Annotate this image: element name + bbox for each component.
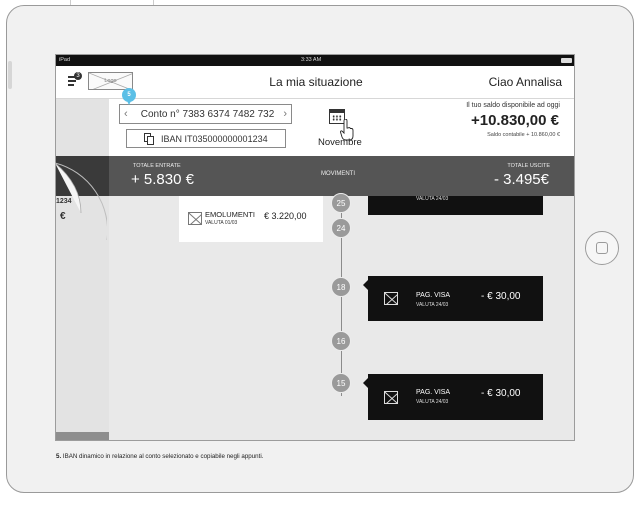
image-placeholder-icon	[384, 391, 398, 404]
movements-label: MOVIMENTI	[321, 171, 355, 177]
timeline-day[interactable]: 25	[331, 193, 351, 213]
caption-text: IBAN dinamico in relazione al conto sele…	[61, 453, 264, 460]
total-income-value: + 5.830 €	[131, 171, 194, 188]
account-selector[interactable]: ‹ Conto n° 7383 6374 7482 732 ›	[119, 104, 292, 124]
annotation-pin-tail	[126, 99, 132, 105]
balance-label: Il tuo saldo disponibile ad oggi	[466, 102, 560, 109]
movement-amount: € 3.220,00	[264, 211, 307, 221]
account-number: Conto n° 7383 6374 7482 732	[140, 109, 275, 120]
timeline-day[interactable]: 18	[331, 277, 351, 297]
movement-valuta: VALUTA 24/03	[416, 399, 449, 405]
movement-valuta: VALUTA 24/03	[416, 302, 449, 308]
month-selector[interactable]: Novembre	[318, 137, 362, 148]
status-time: 3:33 AM	[301, 57, 322, 63]
copy-icon[interactable]	[144, 133, 154, 145]
tablet-mockup: iPad 3:33 AM 3 Logo La mia situazione Ci…	[0, 0, 639, 507]
side-panel-footer	[56, 432, 109, 440]
total-income-label: TOTALE ENTRATE	[133, 163, 181, 169]
page-title: La mia situazione	[269, 75, 363, 89]
status-bar: iPad 3:33 AM	[56, 55, 574, 66]
movement-amount: - € 30,00	[481, 291, 521, 302]
accounting-balance: Saldo contabile + 10.860,00 €	[487, 132, 560, 138]
chevron-left-icon[interactable]: ‹	[124, 108, 134, 120]
movements-timeline: 25 24 18 16 15 EMOLUMENTI VALUTA 01/03 €…	[109, 193, 574, 440]
image-placeholder-icon	[384, 292, 398, 305]
annotation-caption: 5. IBAN dinamico in relazione al conto s…	[56, 453, 263, 460]
home-button[interactable]	[585, 231, 619, 265]
volume-button	[8, 61, 12, 89]
movement-title: PAG. VISA	[416, 292, 451, 299]
app-screen: iPad 3:33 AM 3 Logo La mia situazione Ci…	[55, 54, 575, 441]
movement-title: EMOLUMENTI	[205, 210, 256, 219]
totals-bar: TOTALE ENTRATE + 5.830 € MOVIMENTI TOTAL…	[109, 156, 574, 196]
menu-notification-badge: 3	[74, 72, 82, 80]
expense-movement-card[interactable]: VALUTA 24/03	[368, 196, 543, 215]
movement-amount: - € 30,00	[481, 388, 521, 399]
expense-movement-card[interactable]: PAG. VISA VALUTA 24/03 - € 30,00	[363, 374, 543, 420]
movement-valuta: VALUTA 24/03	[416, 196, 449, 202]
status-carrier: iPad	[59, 57, 71, 63]
timeline-day[interactable]: 15	[331, 373, 351, 393]
side-panel-number: 1234	[56, 198, 72, 205]
timeline-day[interactable]: 16	[331, 331, 351, 351]
timeline-day[interactable]: 24	[331, 218, 351, 238]
annotation-pin: 5	[122, 88, 136, 106]
side-panel-currency: €	[60, 211, 66, 222]
battery-icon	[561, 58, 572, 63]
card-pointer	[363, 378, 368, 388]
total-expense-label: TOTALE USCITE	[507, 163, 550, 169]
chevron-right-icon[interactable]: ›	[277, 108, 287, 120]
total-expense-value: - 3.495€	[493, 171, 549, 188]
iban-text: IBAN IT035000000001234	[161, 134, 268, 144]
iban-copy-field[interactable]: IBAN IT035000000001234	[126, 129, 286, 148]
user-greeting[interactable]: Ciao Annalisa	[489, 75, 562, 89]
income-movement-card[interactable]: EMOLUMENTI VALUTA 01/03 € 3.220,00	[179, 196, 323, 242]
expense-movement-card[interactable]: PAG. VISA VALUTA 24/03 - € 30,00	[363, 276, 543, 321]
movement-valuta: VALUTA 01/03	[205, 220, 238, 226]
movement-title: PAG. VISA	[416, 389, 451, 396]
home-button-icon	[596, 242, 608, 254]
balance-value: +10.830,00 €	[470, 112, 559, 129]
image-placeholder-icon	[188, 212, 202, 225]
card-pointer	[363, 280, 368, 290]
side-panel-dial	[55, 162, 107, 240]
